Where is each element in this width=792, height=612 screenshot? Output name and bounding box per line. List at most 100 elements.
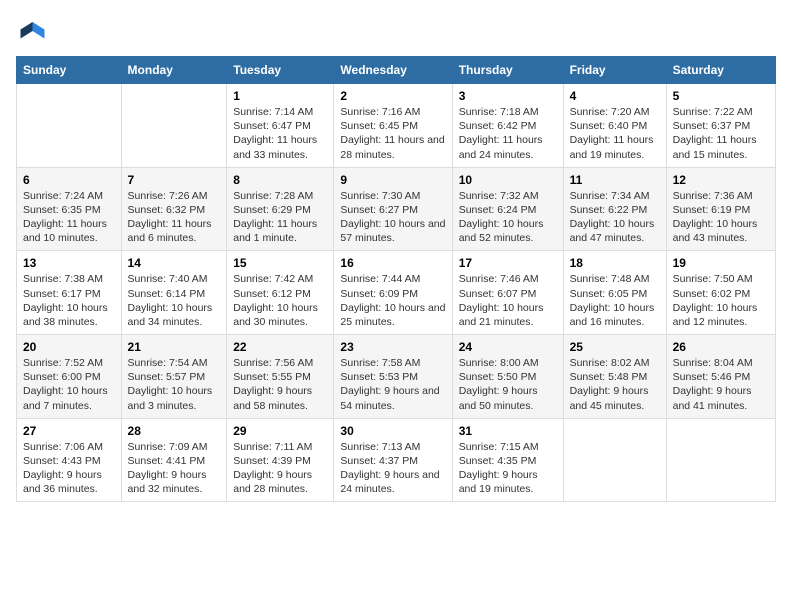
calendar-cell: 1 Sunrise: 7:14 AMSunset: 6:47 PMDaylight… (227, 84, 334, 168)
week-row-3: 13 Sunrise: 7:38 AMSunset: 6:17 PMDayligh… (17, 251, 776, 335)
day-number: 15 (233, 256, 327, 270)
day-number: 22 (233, 340, 327, 354)
calendar-cell: 27Sunrise: 7:06 AMSunset: 4:43 PMDayligh… (17, 418, 122, 502)
day-number: 10 (459, 173, 557, 187)
day-detail: Sunrise: 7:34 AMSunset: 6:22 PMDaylight:… (570, 189, 660, 246)
day-number: 1 (233, 89, 327, 103)
calendar-cell: 13 Sunrise: 7:38 AMSunset: 6:17 PMDayligh… (17, 251, 122, 335)
day-detail: Sunrise: 7:56 AMSunset: 5:55 PMDaylight:… (233, 356, 327, 413)
col-header-friday: Friday (563, 57, 666, 84)
day-detail: Sunrise: 8:00 AMSunset: 5:50 PMDaylight:… (459, 356, 557, 413)
day-detail: Sunrise: 7:36 AMSunset: 6:19 PMDaylight:… (673, 189, 769, 246)
calendar-cell: 15 Sunrise: 7:42 AMSunset: 6:12 PMDayligh… (227, 251, 334, 335)
day-detail: Sunrise: 7:30 AMSunset: 6:27 PMDaylight:… (340, 189, 445, 246)
day-detail: Sunrise: 7:48 AMSunset: 6:05 PMDaylight:… (570, 272, 660, 329)
day-number: 4 (570, 89, 660, 103)
day-number: 16 (340, 256, 445, 270)
day-number: 24 (459, 340, 557, 354)
calendar-cell: 22 Sunrise: 7:56 AMSunset: 5:55 PMDayligh… (227, 335, 334, 419)
day-detail: Sunrise: 8:04 AMSunset: 5:46 PMDaylight:… (673, 356, 769, 413)
calendar-cell (17, 84, 122, 168)
day-number: 8 (233, 173, 327, 187)
calendar-cell: 4 Sunrise: 7:20 AMSunset: 6:40 PMDaylight… (563, 84, 666, 168)
day-number: 12 (673, 173, 769, 187)
calendar-cell: 5 Sunrise: 7:22 AMSunset: 6:37 PMDaylight… (666, 84, 775, 168)
day-detail: Sunrise: 7:16 AMSunset: 6:45 PMDaylight:… (340, 105, 445, 162)
calendar-cell: 23 Sunrise: 7:58 AMSunset: 5:53 PMDayligh… (334, 335, 452, 419)
day-detail: Sunrise: 7:58 AMSunset: 5:53 PMDaylight:… (340, 356, 445, 413)
day-number: 30 (340, 424, 445, 438)
day-detail: Sunrise: 7:14 AMSunset: 6:47 PMDaylight:… (233, 105, 327, 162)
day-number: 9 (340, 173, 445, 187)
calendar-cell (563, 418, 666, 502)
day-detail: Sunrise: 7:38 AMSunset: 6:17 PMDaylight:… (23, 272, 115, 329)
col-header-wednesday: Wednesday (334, 57, 452, 84)
calendar-cell: 16 Sunrise: 7:44 AMSunset: 6:09 PMDayligh… (334, 251, 452, 335)
calendar-cell: 11 Sunrise: 7:34 AMSunset: 6:22 PMDayligh… (563, 167, 666, 251)
day-detail: Sunrise: 7:22 AMSunset: 6:37 PMDaylight:… (673, 105, 769, 162)
day-number: 20 (23, 340, 115, 354)
day-number: 28 (128, 424, 221, 438)
week-row-2: 6 Sunrise: 7:24 AMSunset: 6:35 PMDaylight… (17, 167, 776, 251)
day-detail: Sunrise: 7:44 AMSunset: 6:09 PMDaylight:… (340, 272, 445, 329)
logo (16, 16, 50, 46)
day-detail: Sunrise: 7:09 AMSunset: 4:41 PMDaylight:… (128, 440, 221, 497)
calendar-cell: 14 Sunrise: 7:40 AMSunset: 6:14 PMDayligh… (121, 251, 227, 335)
day-detail: Sunrise: 7:13 AMSunset: 4:37 PMDaylight:… (340, 440, 445, 497)
day-number: 23 (340, 340, 445, 354)
calendar-cell: 21 Sunrise: 7:54 AMSunset: 5:57 PMDayligh… (121, 335, 227, 419)
calendar-cell: 25Sunrise: 8:02 AMSunset: 5:48 PMDayligh… (563, 335, 666, 419)
day-number: 3 (459, 89, 557, 103)
day-number: 31 (459, 424, 557, 438)
day-number: 18 (570, 256, 660, 270)
calendar-cell: 6 Sunrise: 7:24 AMSunset: 6:35 PMDaylight… (17, 167, 122, 251)
day-detail: Sunrise: 7:15 AMSunset: 4:35 PMDaylight:… (459, 440, 557, 497)
calendar-cell: 20Sunrise: 7:52 AMSunset: 6:00 PMDayligh… (17, 335, 122, 419)
day-detail: Sunrise: 7:40 AMSunset: 6:14 PMDaylight:… (128, 272, 221, 329)
col-header-thursday: Thursday (452, 57, 563, 84)
day-number: 11 (570, 173, 660, 187)
day-detail: Sunrise: 7:54 AMSunset: 5:57 PMDaylight:… (128, 356, 221, 413)
calendar-cell: 8 Sunrise: 7:28 AMSunset: 6:29 PMDaylight… (227, 167, 334, 251)
day-detail: Sunrise: 7:20 AMSunset: 6:40 PMDaylight:… (570, 105, 660, 162)
week-row-1: 1 Sunrise: 7:14 AMSunset: 6:47 PMDaylight… (17, 84, 776, 168)
day-number: 29 (233, 424, 327, 438)
calendar-cell: 3 Sunrise: 7:18 AMSunset: 6:42 PMDaylight… (452, 84, 563, 168)
calendar-cell: 17Sunrise: 7:46 AMSunset: 6:07 PMDayligh… (452, 251, 563, 335)
day-number: 13 (23, 256, 115, 270)
calendar-cell: 18 Sunrise: 7:48 AMSunset: 6:05 PMDayligh… (563, 251, 666, 335)
calendar-table: SundayMondayTuesdayWednesdayThursdayFrid… (16, 56, 776, 502)
calendar-cell: 19 Sunrise: 7:50 AMSunset: 6:02 PMDayligh… (666, 251, 775, 335)
calendar-cell: 24 Sunrise: 8:00 AMSunset: 5:50 PMDayligh… (452, 335, 563, 419)
calendar-cell: 12 Sunrise: 7:36 AMSunset: 6:19 PMDayligh… (666, 167, 775, 251)
calendar-cell: 30 Sunrise: 7:13 AMSunset: 4:37 PMDayligh… (334, 418, 452, 502)
calendar-cell: 31 Sunrise: 7:15 AMSunset: 4:35 PMDayligh… (452, 418, 563, 502)
day-number: 14 (128, 256, 221, 270)
calendar-cell: 28 Sunrise: 7:09 AMSunset: 4:41 PMDayligh… (121, 418, 227, 502)
day-number: 17 (459, 256, 557, 270)
day-detail: Sunrise: 7:24 AMSunset: 6:35 PMDaylight:… (23, 189, 115, 246)
calendar-cell: 9 Sunrise: 7:30 AMSunset: 6:27 PMDaylight… (334, 167, 452, 251)
day-number: 27 (23, 424, 115, 438)
col-header-saturday: Saturday (666, 57, 775, 84)
day-detail: Sunrise: 7:28 AMSunset: 6:29 PMDaylight:… (233, 189, 327, 246)
calendar-cell: 10Sunrise: 7:32 AMSunset: 6:24 PMDayligh… (452, 167, 563, 251)
page-header (16, 16, 776, 46)
day-detail: Sunrise: 7:18 AMSunset: 6:42 PMDaylight:… (459, 105, 557, 162)
day-number: 21 (128, 340, 221, 354)
calendar-cell: 29 Sunrise: 7:11 AMSunset: 4:39 PMDayligh… (227, 418, 334, 502)
calendar-cell: 26 Sunrise: 8:04 AMSunset: 5:46 PMDayligh… (666, 335, 775, 419)
day-detail: Sunrise: 7:26 AMSunset: 6:32 PMDaylight:… (128, 189, 221, 246)
header-row: SundayMondayTuesdayWednesdayThursdayFrid… (17, 57, 776, 84)
logo-icon (16, 16, 46, 46)
day-detail: Sunrise: 7:11 AMSunset: 4:39 PMDaylight:… (233, 440, 327, 497)
day-detail: Sunrise: 7:50 AMSunset: 6:02 PMDaylight:… (673, 272, 769, 329)
day-number: 19 (673, 256, 769, 270)
day-number: 26 (673, 340, 769, 354)
day-number: 6 (23, 173, 115, 187)
day-number: 5 (673, 89, 769, 103)
day-number: 2 (340, 89, 445, 103)
day-detail: Sunrise: 7:42 AMSunset: 6:12 PMDaylight:… (233, 272, 327, 329)
week-row-5: 27Sunrise: 7:06 AMSunset: 4:43 PMDayligh… (17, 418, 776, 502)
day-detail: Sunrise: 8:02 AMSunset: 5:48 PMDaylight:… (570, 356, 660, 413)
